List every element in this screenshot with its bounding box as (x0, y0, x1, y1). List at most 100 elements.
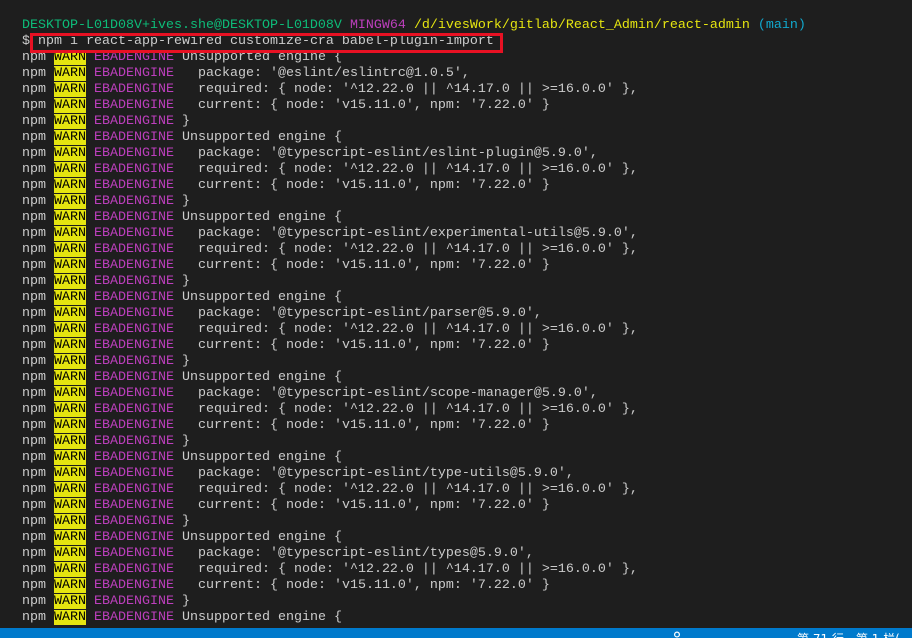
npm-prefix: npm (22, 290, 46, 305)
warn-badge: WARN (54, 258, 86, 273)
error-code: EBADENGINE (94, 338, 174, 353)
warn-badge: WARN (54, 498, 86, 513)
output-message: current: { node: 'v15.11.0', npm: '7.22.… (181, 498, 550, 513)
error-code: EBADENGINE (94, 210, 174, 225)
warn-badge: WARN (54, 242, 86, 257)
warn-badge: WARN (54, 370, 86, 385)
error-code: EBADENGINE (94, 354, 174, 369)
warn-badge: WARN (54, 306, 86, 321)
output-line: npm WARN EBADENGINE current: { node: 'v15.… (22, 258, 806, 274)
output-line: npm WARN EBADENGINE current: { node: 'v15.… (22, 338, 806, 354)
npm-prefix: npm (22, 210, 46, 225)
output-line: npm WARN EBADENGINE} (22, 354, 806, 370)
output-message: required: { node: '^12.22.0 || ^14.17.0 … (181, 322, 638, 337)
command-line: $ npm i react-app-rewired customize-cra b… (22, 34, 806, 50)
output-line: npm WARN EBADENGINE} (22, 594, 806, 610)
output-message: package: '@typescript-eslint/experimenta… (181, 226, 638, 241)
output-message: package: '@eslint/eslintrc@1.0.5', (181, 66, 470, 81)
output-message: Unsupported engine { (181, 210, 342, 225)
warn-badge: WARN (54, 98, 86, 113)
output-message: } (181, 194, 190, 209)
npm-prefix: npm (22, 338, 46, 353)
output-message: package: '@typescript-eslint/types@5.9.0… (181, 546, 534, 561)
npm-prefix: npm (22, 66, 46, 81)
prompt-symbol: $ (22, 34, 30, 49)
output-line: npm WARN EBADENGINE} (22, 434, 806, 450)
npm-prefix: npm (22, 610, 46, 625)
npm-prefix: npm (22, 514, 46, 529)
npm-prefix: npm (22, 194, 46, 209)
output-line: npm WARN EBADENGINE Unsupported engine { (22, 290, 806, 306)
warn-badge: WARN (54, 322, 86, 337)
npm-prefix: npm (22, 530, 46, 545)
output-line: npm WARN EBADENGINE current: { node: 'v15.… (22, 178, 806, 194)
output-message: Unsupported engine { (181, 450, 342, 465)
output-line: npm WARN EBADENGINE package: '@typescript-… (22, 306, 806, 322)
warn-badge: WARN (54, 450, 86, 465)
output-line: npm WARN EBADENGINE package: '@typescript-… (22, 466, 806, 482)
output-message: } (181, 594, 190, 609)
output-message: Unsupported engine { (181, 610, 342, 625)
error-code: EBADENGINE (94, 130, 174, 145)
warn-badge: WARN (54, 338, 86, 353)
warn-badge: WARN (54, 482, 86, 497)
output-line: npm WARN EBADENGINE package: '@eslint/esli… (22, 66, 806, 82)
output-line: npm WARN EBADENGINE current: { node: 'v15.… (22, 418, 806, 434)
npm-prefix: npm (22, 274, 46, 289)
warn-badge: WARN (54, 578, 86, 593)
npm-prefix: npm (22, 226, 46, 241)
npm-prefix: npm (22, 114, 46, 129)
status-cursor-position[interactable]: 第 71 行，第 1 栏( (797, 628, 912, 638)
npm-prefix: npm (22, 242, 46, 257)
output-line: npm WARN EBADENGINE required: { node: '^12… (22, 82, 806, 98)
prompt-user-host: DESKTOP-L01D08V+ives.she@DESKTOP-L01D08V (22, 18, 342, 33)
error-code: EBADENGINE (94, 242, 174, 257)
output-message: required: { node: '^12.22.0 || ^14.17.0 … (181, 82, 638, 97)
prompt-line: DESKTOP-L01D08V+ives.she@DESKTOP-L01D08V… (22, 18, 806, 34)
npm-prefix: npm (22, 386, 46, 401)
warn-badge: WARN (54, 402, 86, 417)
error-code: EBADENGINE (94, 322, 174, 337)
error-code: EBADENGINE (94, 402, 174, 417)
npm-prefix: npm (22, 450, 46, 465)
output-line: npm WARN EBADENGINE Unsupported engine { (22, 530, 806, 546)
npm-prefix: npm (22, 82, 46, 97)
error-code: EBADENGINE (94, 290, 174, 305)
error-code: EBADENGINE (94, 50, 174, 65)
npm-prefix: npm (22, 562, 46, 577)
output-message: Unsupported engine { (181, 50, 342, 65)
npm-prefix: npm (22, 162, 46, 177)
output-message: package: '@typescript-eslint/eslint-plug… (181, 146, 598, 161)
npm-prefix: npm (22, 178, 46, 193)
output-message: current: { node: 'v15.11.0', npm: '7.22.… (181, 338, 550, 353)
output-line: npm WARN EBADENGINE required: { node: '^12… (22, 562, 806, 578)
output-line: npm WARN EBADENGINE required: { node: '^12… (22, 162, 806, 178)
npm-prefix: npm (22, 306, 46, 321)
person-icon[interactable] (671, 631, 683, 638)
output-message: package: '@typescript-eslint/parser@5.9.… (181, 306, 542, 321)
output-message: } (181, 114, 190, 129)
status-bar: 第 71 行，第 1 栏( (0, 628, 912, 638)
npm-output: npm WARN EBADENGINE Unsupported engine {npm… (22, 50, 806, 626)
npm-prefix: npm (22, 50, 46, 65)
npm-prefix: npm (22, 370, 46, 385)
output-message: Unsupported engine { (181, 130, 342, 145)
output-line: npm WARN EBADENGINE current: { node: 'v15.… (22, 98, 806, 114)
command-text[interactable]: npm i react-app-rewired customize-cra ba… (38, 34, 494, 49)
output-line: npm WARN EBADENGINE Unsupported engine { (22, 210, 806, 226)
output-message: required: { node: '^12.22.0 || ^14.17.0 … (181, 162, 638, 177)
error-code: EBADENGINE (94, 258, 174, 273)
output-message: required: { node: '^12.22.0 || ^14.17.0 … (181, 562, 638, 577)
error-code: EBADENGINE (94, 194, 174, 209)
npm-prefix: npm (22, 322, 46, 337)
error-code: EBADENGINE (94, 578, 174, 593)
output-message: package: '@typescript-eslint/scope-manag… (181, 386, 598, 401)
warn-badge: WARN (54, 210, 86, 225)
npm-prefix: npm (22, 258, 46, 273)
output-message: current: { node: 'v15.11.0', npm: '7.22.… (181, 258, 550, 273)
terminal-panel[interactable]: DESKTOP-L01D08V+ives.she@DESKTOP-L01D08V… (0, 0, 912, 628)
output-message: current: { node: 'v15.11.0', npm: '7.22.… (181, 418, 550, 433)
npm-prefix: npm (22, 354, 46, 369)
warn-badge: WARN (54, 146, 86, 161)
warn-badge: WARN (54, 50, 86, 65)
